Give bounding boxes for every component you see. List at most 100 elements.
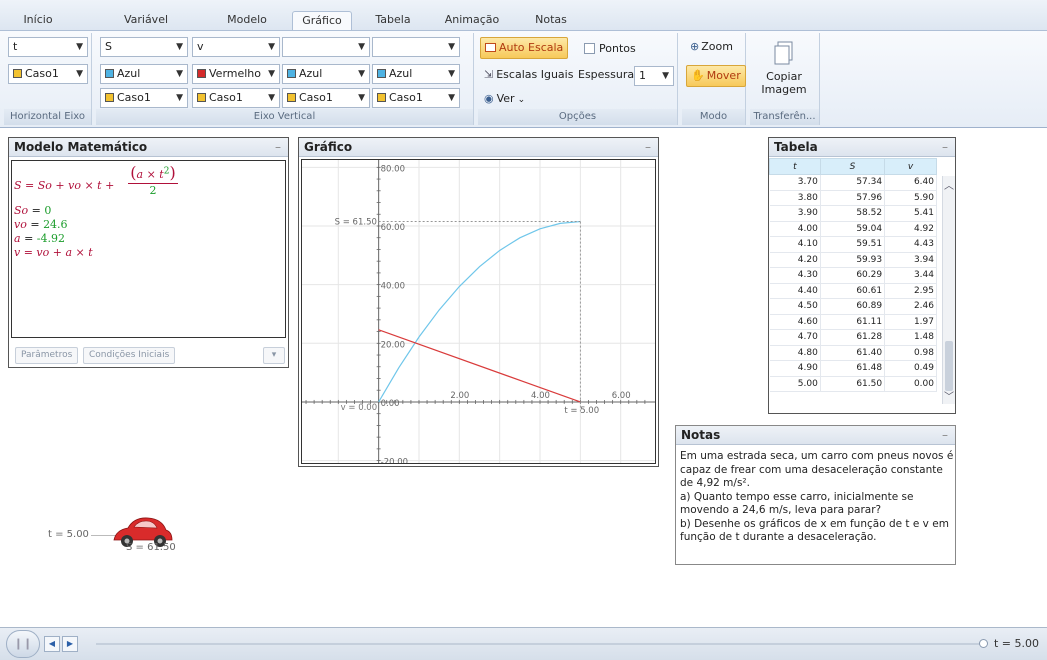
- table-cell[interactable]: 4.43: [884, 236, 937, 253]
- table-cell[interactable]: 2.95: [884, 283, 937, 299]
- table-row[interactable]: 4.20 59.93 3.94: [769, 252, 937, 268]
- vertical-case-select-2[interactable]: Caso1 ▼: [192, 88, 280, 108]
- vertical-color-select-2[interactable]: Vermelho ▼: [192, 64, 280, 84]
- table-cell[interactable]: 59.51: [820, 236, 886, 253]
- points-checkbox[interactable]: Pontos: [580, 39, 640, 61]
- model-menu-button[interactable]: ▾: [263, 347, 285, 364]
- table-cell[interactable]: 3.70: [769, 174, 821, 191]
- scrollbar-thumb[interactable]: [945, 341, 953, 391]
- table-cell[interactable]: 57.96: [820, 190, 886, 206]
- vertical-variable-select-1[interactable]: S ▼: [100, 37, 188, 57]
- table-row[interactable]: 4.40 60.61 2.95: [769, 283, 937, 299]
- table-row[interactable]: 3.90 58.52 5.41: [769, 205, 937, 222]
- horizontal-variable-select[interactable]: t ▼: [8, 37, 88, 57]
- table-cell[interactable]: 60.29: [820, 267, 886, 284]
- vertical-variable-select-4[interactable]: ▼: [372, 37, 460, 57]
- table-cell[interactable]: 0.98: [884, 345, 937, 361]
- tab-modelo[interactable]: Modelo: [222, 11, 272, 30]
- table-cell[interactable]: 4.00: [769, 221, 821, 237]
- table-cell[interactable]: 6.40: [884, 174, 937, 191]
- table-cell[interactable]: 4.30: [769, 267, 821, 284]
- parameters-button[interactable]: Parâmetros: [15, 347, 79, 364]
- tab-inicio[interactable]: Início: [18, 11, 58, 30]
- table-cell[interactable]: 4.80: [769, 345, 821, 361]
- table-cell[interactable]: 61.50: [820, 376, 886, 392]
- table-cell[interactable]: 5.90: [884, 190, 937, 206]
- table-cell[interactable]: 60.89: [820, 298, 886, 315]
- table-cell[interactable]: 0.00: [884, 376, 937, 392]
- table-header-s[interactable]: S: [819, 158, 886, 175]
- time-slider-track[interactable]: [96, 643, 982, 645]
- chevron-down-icon[interactable]: ﹀: [944, 388, 954, 403]
- step-back-button[interactable]: ◀: [44, 636, 60, 652]
- vertical-case-select-4[interactable]: Caso1 ▼: [372, 88, 460, 108]
- table-header-v[interactable]: v: [884, 158, 937, 175]
- table-cell[interactable]: 3.94: [884, 252, 937, 268]
- tab-notas[interactable]: Notas: [528, 11, 574, 30]
- table-row[interactable]: 4.50 60.89 2.46: [769, 298, 937, 315]
- table-row[interactable]: 4.80 61.40 0.98: [769, 345, 937, 361]
- table-cell[interactable]: 5.41: [884, 205, 937, 222]
- table-row[interactable]: 4.60 61.11 1.97: [769, 314, 937, 330]
- tab-variavel-independente[interactable]: Variável Independente: [84, 11, 208, 43]
- table-cell[interactable]: 4.50: [769, 298, 821, 315]
- table-row[interactable]: 4.90 61.48 0.49: [769, 360, 937, 377]
- table-cell[interactable]: 58.52: [820, 205, 886, 222]
- vertical-case-select-3[interactable]: Caso1 ▼: [282, 88, 370, 108]
- table-cell[interactable]: 0.49: [884, 360, 937, 377]
- table-cell[interactable]: 3.44: [884, 267, 937, 284]
- tab-tabela[interactable]: Tabela: [370, 11, 416, 30]
- thickness-select[interactable]: 1 ▼: [634, 66, 674, 86]
- tab-animacao[interactable]: Animação: [440, 11, 504, 30]
- minimize-icon[interactable]: –: [275, 138, 281, 157]
- table-cell[interactable]: 4.40: [769, 283, 821, 299]
- table-cell[interactable]: 57.34: [820, 174, 886, 191]
- play-pause-button[interactable]: ❙❙: [6, 630, 40, 658]
- chevron-up-icon[interactable]: ︿: [944, 177, 954, 192]
- table-cell[interactable]: 4.10: [769, 236, 821, 253]
- table-row[interactable]: 4.70 61.28 1.48: [769, 329, 937, 346]
- table-cell[interactable]: 4.70: [769, 329, 821, 346]
- vertical-color-select-4[interactable]: Azul ▼: [372, 64, 460, 84]
- horizontal-case-select[interactable]: Caso1 ▼: [8, 64, 88, 84]
- table-header-t[interactable]: t: [769, 158, 821, 175]
- copy-image-button[interactable]: Copiar Imagem: [754, 37, 814, 105]
- notes-text[interactable]: Em uma estrada seca, um carro com pneus …: [680, 450, 955, 545]
- step-forward-button[interactable]: ▶: [62, 636, 78, 652]
- table-cell[interactable]: 61.40: [820, 345, 886, 361]
- table-cell[interactable]: 59.04: [820, 221, 886, 237]
- table-cell[interactable]: 5.00: [769, 376, 821, 392]
- table-cell[interactable]: 2.46: [884, 298, 937, 315]
- equal-scales-button[interactable]: ⇲ Escalas Iguais: [480, 65, 577, 87]
- vertical-case-select-1[interactable]: Caso1 ▼: [100, 88, 188, 108]
- zoom-button[interactable]: ⊕ Zoom: [686, 37, 737, 59]
- vertical-color-select-1[interactable]: Azul ▼: [100, 64, 188, 84]
- minimize-icon[interactable]: –: [645, 138, 651, 157]
- table-cell[interactable]: 61.48: [820, 360, 886, 377]
- tab-grafico[interactable]: Gráfico: [292, 11, 352, 30]
- table-cell[interactable]: 59.93: [820, 252, 886, 268]
- table-row[interactable]: 5.00 61.50 0.00: [769, 376, 937, 392]
- time-slider-thumb[interactable]: [979, 639, 988, 648]
- table-cell[interactable]: 3.90: [769, 205, 821, 222]
- vertical-variable-select-3[interactable]: ▼: [282, 37, 370, 57]
- table-row[interactable]: 4.10 59.51 4.43: [769, 236, 937, 253]
- vertical-variable-select-2[interactable]: v ▼: [192, 37, 280, 57]
- table-cell[interactable]: 61.28: [820, 329, 886, 346]
- table-row[interactable]: 4.00 59.04 4.92: [769, 221, 937, 237]
- auto-scale-button[interactable]: Auto Escala: [480, 37, 569, 59]
- minimize-icon[interactable]: –: [942, 138, 948, 157]
- graph-plot-area[interactable]: 80.00 60.00 40.00 20.00 0.00 -20.00 2.00 4.00 6.…: [301, 159, 656, 464]
- table-cell[interactable]: 1.48: [884, 329, 937, 346]
- vertical-color-select-3[interactable]: Azul ▼: [282, 64, 370, 84]
- table-cell[interactable]: 4.92: [884, 221, 937, 237]
- view-menu-button[interactable]: ◉ Ver ⌄: [480, 89, 529, 111]
- table-row[interactable]: 3.80 57.96 5.90: [769, 190, 937, 206]
- table-row[interactable]: 4.30 60.29 3.44: [769, 267, 937, 284]
- move-button[interactable]: ✋ Mover: [686, 65, 746, 87]
- table-row[interactable]: 3.70 57.34 6.40: [769, 174, 937, 191]
- table-cell[interactable]: 4.60: [769, 314, 821, 330]
- table-cell[interactable]: 4.90: [769, 360, 821, 377]
- table-cell[interactable]: 60.61: [820, 283, 886, 299]
- table-cell[interactable]: 3.80: [769, 190, 821, 206]
